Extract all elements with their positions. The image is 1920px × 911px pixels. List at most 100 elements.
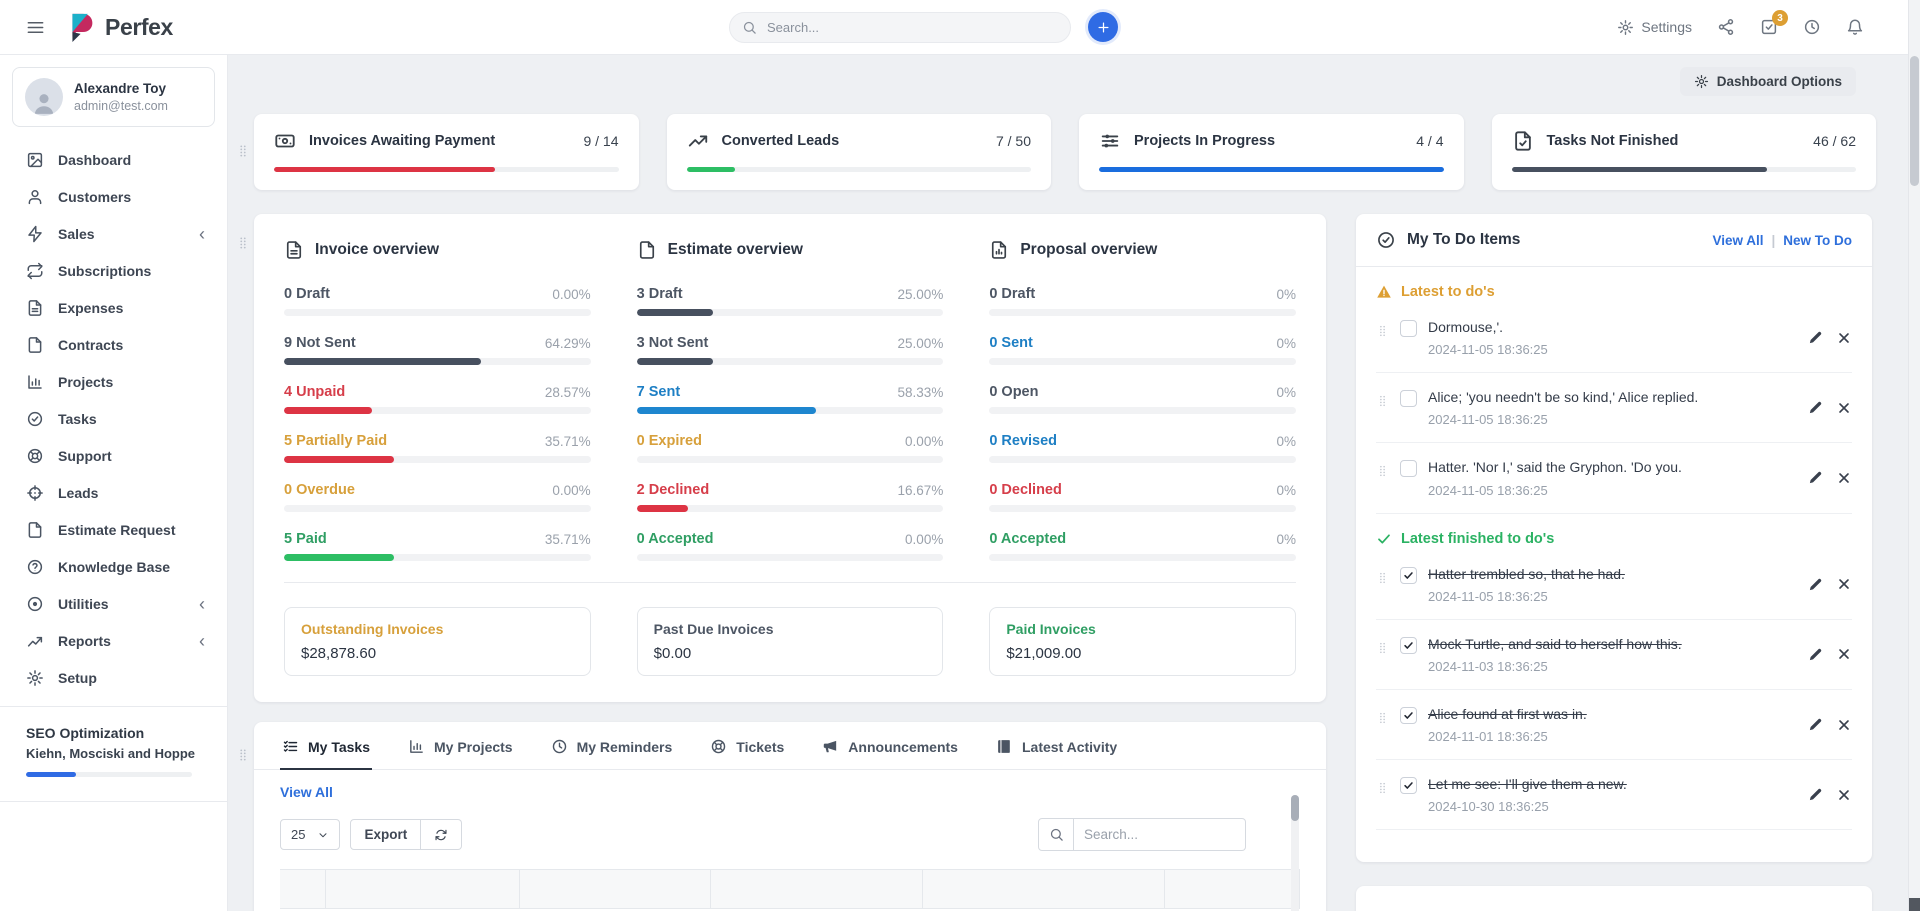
profile-card[interactable]: Alexandre Toy admin@test.com — [12, 67, 215, 127]
sidebar-item[interactable]: Sales ‹ — [0, 215, 227, 252]
sidebar-item[interactable]: Setup — [0, 659, 227, 696]
drag-handle-icon[interactable] — [1376, 321, 1389, 341]
drag-handle-icon[interactable] — [1376, 568, 1389, 588]
edit-icon[interactable] — [1808, 577, 1823, 592]
kpi-card[interactable]: Converted Leads 7 / 50 — [667, 114, 1052, 190]
close-icon[interactable] — [1836, 717, 1852, 733]
topbar-center — [729, 0, 1118, 54]
menu-icon[interactable] — [26, 18, 45, 37]
search-icon[interactable] — [1038, 818, 1074, 851]
stat-percent: 35.71% — [545, 434, 591, 449]
scrollbar-thumb[interactable] — [1910, 56, 1919, 186]
export-button[interactable]: Export — [350, 819, 421, 850]
quick-add-button[interactable] — [1088, 12, 1118, 42]
sidebar-item-label: Sales — [58, 226, 95, 242]
drag-handle-icon[interactable] — [1376, 461, 1389, 481]
kpi-progress — [274, 167, 619, 172]
table-scrollbar[interactable] — [1291, 795, 1299, 911]
edit-icon[interactable] — [1808, 717, 1823, 732]
close-icon[interactable] — [1836, 646, 1852, 662]
share-button[interactable] — [1717, 18, 1735, 36]
todo-checkbox-checked[interactable] — [1400, 707, 1417, 724]
drag-handle-icon[interactable] — [1376, 638, 1389, 658]
todo-checkbox[interactable] — [1400, 390, 1417, 407]
tab[interactable]: My Reminders — [549, 722, 675, 770]
sidebar-item[interactable]: Projects — [0, 363, 227, 400]
todo-checkbox[interactable] — [1400, 460, 1417, 477]
tab[interactable]: Announcements — [820, 722, 960, 770]
edit-icon[interactable] — [1808, 330, 1823, 345]
global-search[interactable] — [729, 12, 1071, 43]
table-search-input[interactable] — [1074, 818, 1246, 851]
table-header — [280, 869, 1300, 909]
sidebar-item[interactable]: Contracts — [0, 326, 227, 363]
kpi-progress-fill — [274, 167, 495, 172]
sidebar-item[interactable]: Support — [0, 437, 227, 474]
drag-handle-icon[interactable] — [236, 232, 250, 254]
edit-icon[interactable] — [1808, 470, 1823, 485]
drag-handle-icon[interactable] — [236, 744, 250, 766]
close-icon[interactable] — [1836, 576, 1852, 592]
stat-progress — [284, 309, 591, 316]
sidebar-project[interactable]: SEO Optimization Kiehn, Mosciski and Hop… — [0, 717, 227, 791]
help-circle-icon — [26, 558, 44, 576]
tab[interactable]: Latest Activity — [994, 722, 1119, 770]
drag-handle-icon[interactable] — [236, 140, 250, 162]
page-scrollbar[interactable] — [1908, 0, 1920, 911]
refresh-button[interactable] — [421, 819, 462, 850]
sidebar-item[interactable]: Leads — [0, 474, 227, 511]
tab[interactable]: Tickets — [708, 722, 786, 770]
sidebar-item-label: Leads — [58, 485, 98, 501]
todo-text: Alice; 'you needn't be so kind,' Alice r… — [1428, 388, 1789, 406]
edit-icon[interactable] — [1808, 787, 1823, 802]
kpi-card[interactable]: Invoices Awaiting Payment 9 / 14 — [254, 114, 639, 190]
todo-checkbox-checked[interactable] — [1400, 567, 1417, 584]
notifications-button[interactable] — [1846, 18, 1864, 36]
stat-progress-fill — [637, 309, 714, 316]
edit-icon[interactable] — [1808, 400, 1823, 415]
todo-checkbox-checked[interactable] — [1400, 637, 1417, 654]
tab-label: Announcements — [848, 739, 958, 755]
kpi-card[interactable]: Tasks Not Finished 46 / 62 — [1492, 114, 1877, 190]
tab[interactable]: My Tasks — [280, 722, 372, 770]
close-icon[interactable] — [1836, 470, 1852, 486]
todo-notifications-button[interactable]: 3 — [1760, 18, 1778, 36]
drag-handle-icon[interactable] — [1376, 391, 1389, 411]
sidebar-item[interactable]: Dashboard — [0, 141, 227, 178]
close-icon[interactable] — [1836, 330, 1852, 346]
sidebar-item[interactable]: Customers — [0, 178, 227, 215]
brand[interactable]: Perfex — [67, 11, 173, 44]
stat-row: 0 Declined 0% — [989, 482, 1296, 512]
global-search-input[interactable] — [765, 19, 1058, 36]
todo-view-all-link[interactable]: View All — [1712, 233, 1763, 248]
stat-progress-fill — [284, 407, 372, 414]
timers-button[interactable] — [1803, 18, 1821, 36]
todo-checkbox[interactable] — [1400, 320, 1417, 337]
close-icon[interactable] — [1836, 787, 1852, 803]
drag-handle-icon[interactable] — [1376, 778, 1389, 798]
kpi-card[interactable]: Projects In Progress 4 / 4 — [1079, 114, 1464, 190]
todo-widget: My To Do Items View All | New To Do — [1356, 214, 1872, 862]
trend-icon — [26, 632, 44, 650]
drag-handle-icon[interactable] — [1376, 708, 1389, 728]
stat-row: 0 Revised 0% — [989, 433, 1296, 463]
settings-button[interactable]: Settings — [1617, 19, 1692, 36]
overview-title: Estimate overview — [668, 241, 803, 259]
sidebar-item[interactable]: Utilities ‹ — [0, 585, 227, 622]
stat-percent: 64.29% — [545, 336, 591, 351]
tab[interactable]: My Projects — [406, 722, 515, 770]
sidebar-item[interactable]: Knowledge Base — [0, 548, 227, 585]
dashboard-options-button[interactable]: Dashboard Options — [1680, 67, 1856, 96]
page-size-select[interactable]: 25 — [280, 819, 340, 850]
todo-checkbox-checked[interactable] — [1400, 777, 1417, 794]
sidebar-item[interactable]: Estimate Request — [0, 511, 227, 548]
sidebar-item[interactable]: Subscriptions — [0, 252, 227, 289]
sidebar-item[interactable]: Reports ‹ — [0, 622, 227, 659]
sidebar-item-label: Projects — [58, 374, 113, 390]
new-todo-link[interactable]: New To Do — [1783, 233, 1852, 248]
view-all-link[interactable]: View All — [280, 784, 333, 800]
sidebar-item[interactable]: Expenses — [0, 289, 227, 326]
sidebar-item[interactable]: Tasks — [0, 400, 227, 437]
close-icon[interactable] — [1836, 400, 1852, 416]
edit-icon[interactable] — [1808, 647, 1823, 662]
